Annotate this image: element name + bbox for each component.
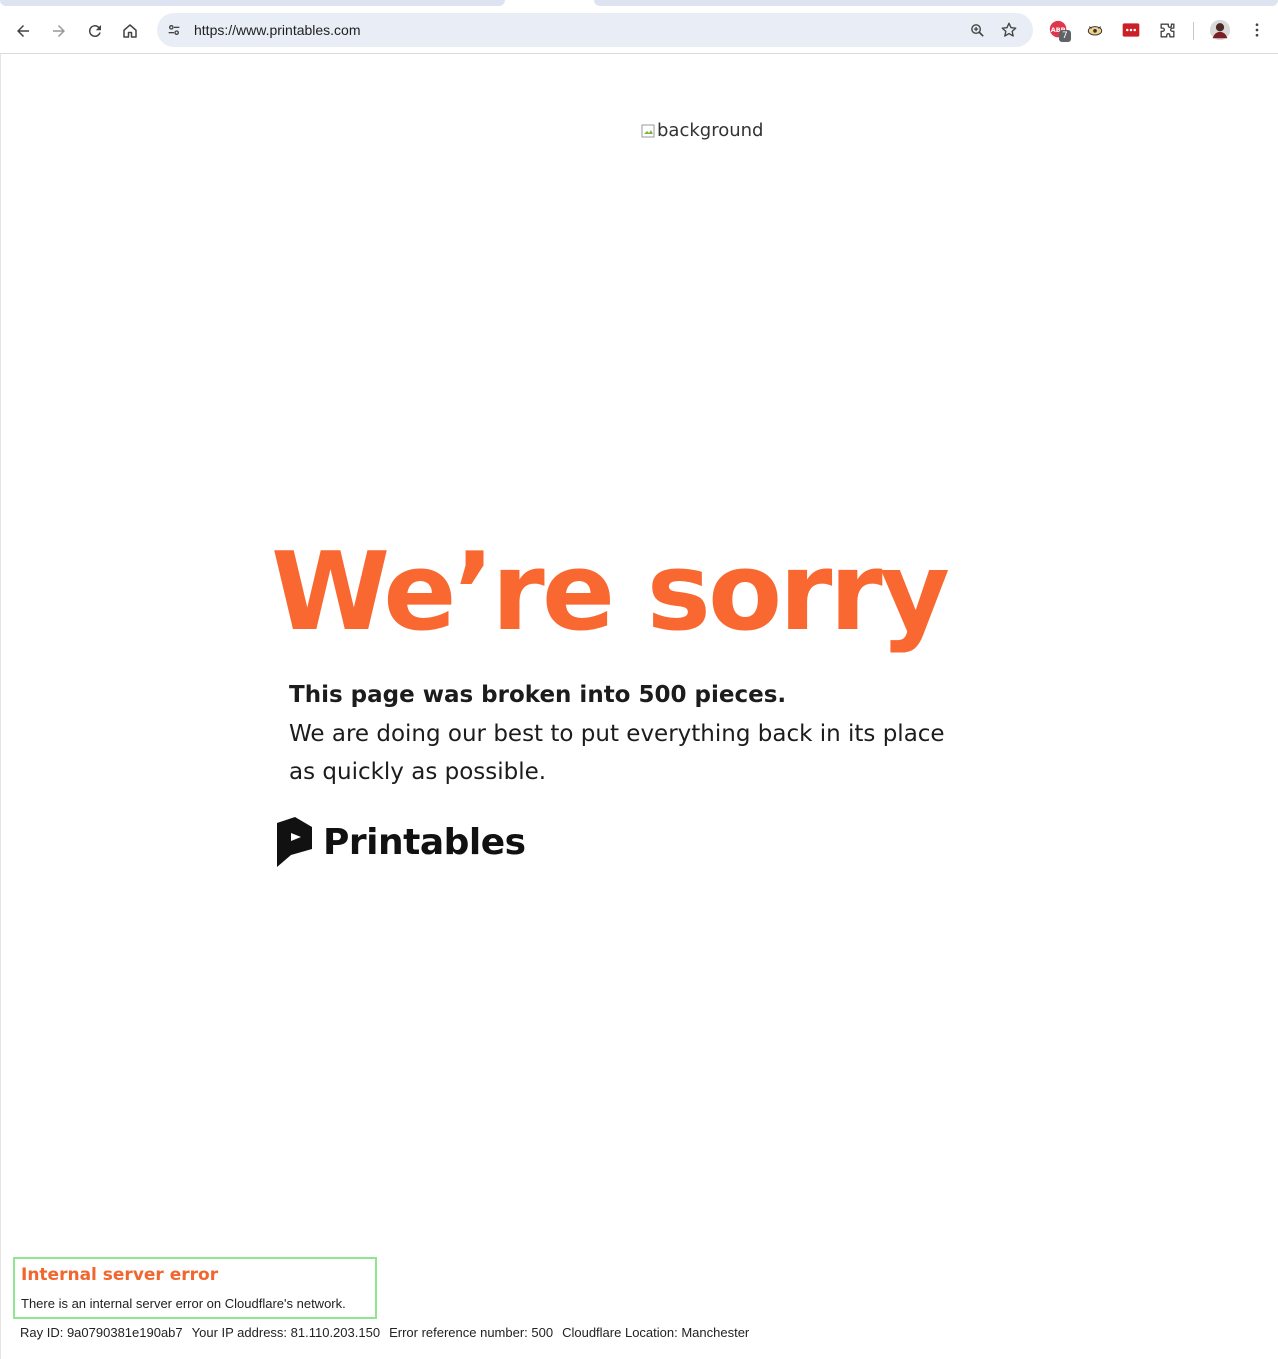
extension-badge: 7: [1059, 30, 1071, 42]
cloudflare-error-title: Internal server error: [21, 1265, 219, 1285]
printables-logo: Printables: [277, 816, 526, 868]
error-message-line-2: as quickly as possible.: [289, 759, 547, 785]
kebab-menu-icon[interactable]: [1245, 18, 1269, 42]
page-title: We’re sorry: [271, 530, 950, 655]
reload-button[interactable]: [82, 18, 108, 44]
reload-icon: [88, 25, 101, 38]
error-reference: Error reference number: 500: [389, 1325, 554, 1340]
tab-strip: [0, 0, 1278, 8]
home-icon: [123, 24, 137, 38]
cloudflare-footer: Ray ID: 9a0790381e190ab7 Your IP address…: [20, 1325, 749, 1340]
broken-image-icon: [641, 124, 655, 137]
browser-toolbar: https://www.printables.com ABP 7: [0, 8, 1278, 54]
cloudflare-error-description: There is an internal server error on Clo…: [21, 1296, 346, 1311]
error-message-line-1: We are doing our best to put everything …: [289, 721, 945, 747]
ray-id: Ray ID: 9a0790381e190ab7: [20, 1325, 183, 1340]
back-button[interactable]: [10, 18, 36, 44]
tab-inactive-right[interactable]: [594, 0, 1278, 6]
cloudflare-location: Cloudflare Location: Manchester: [562, 1325, 750, 1340]
arrow-right-icon: [53, 25, 65, 37]
eye-extension-icon[interactable]: [1083, 18, 1107, 42]
cloudflare-error-box: Internal server error There is an intern…: [13, 1257, 377, 1319]
printables-logo-icon: [277, 817, 312, 867]
tab-inactive-left[interactable]: [0, 0, 505, 6]
forward-button[interactable]: [46, 18, 72, 44]
toolbar-separator: [1193, 22, 1194, 40]
page-content: background We’re sorry This page was bro…: [0, 54, 1278, 1359]
home-button[interactable]: [117, 18, 143, 44]
star-icon[interactable]: [999, 20, 1019, 40]
password-extension-icon[interactable]: [1119, 18, 1143, 42]
arrow-left-icon: [17, 25, 29, 37]
adblock-extension-icon[interactable]: ABP 7: [1047, 18, 1071, 42]
address-bar[interactable]: https://www.printables.com: [157, 13, 1033, 47]
error-message-bold: This page was broken into 500 pieces.: [289, 682, 787, 708]
zoom-icon[interactable]: [967, 20, 987, 40]
url-text[interactable]: https://www.printables.com: [194, 22, 361, 38]
tune-icon[interactable]: [164, 20, 184, 40]
ip-address: Your IP address: 81.110.203.150: [191, 1325, 381, 1340]
background-image: background: [641, 120, 763, 141]
background-alt-text: background: [657, 120, 764, 141]
avatar[interactable]: [1208, 18, 1232, 42]
logo-text: Printables: [323, 821, 526, 863]
puzzle-icon[interactable]: [1155, 18, 1179, 42]
